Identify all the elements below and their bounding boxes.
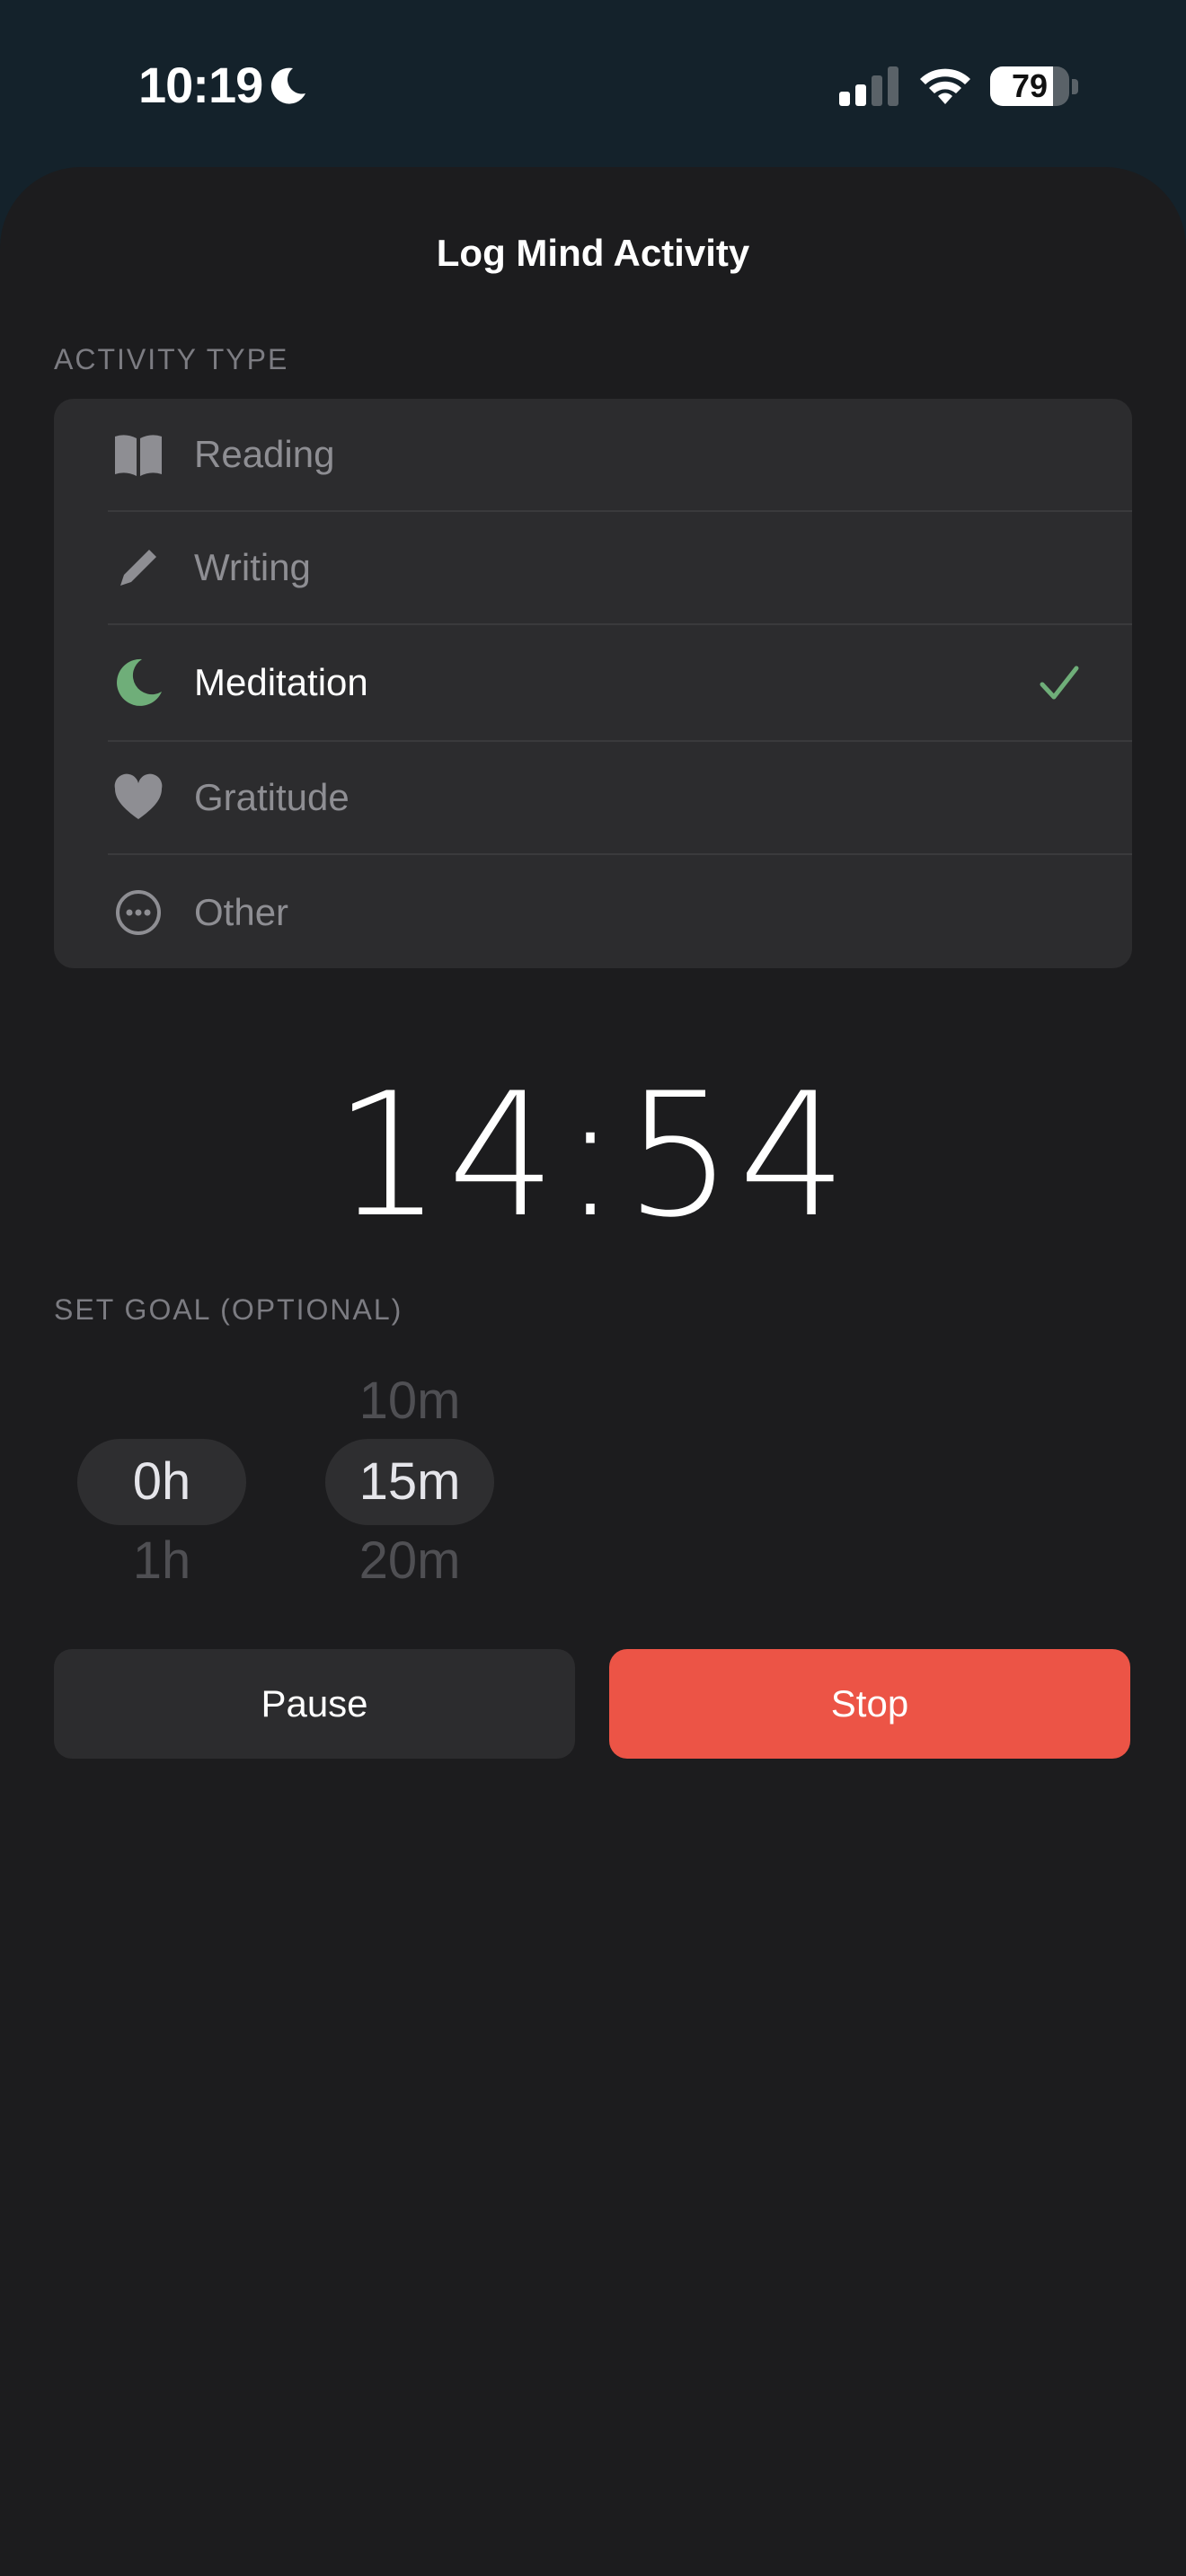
- book-icon: [115, 435, 162, 476]
- activity-option-label: Other: [194, 891, 289, 933]
- activity-option-meditation[interactable]: Meditation: [54, 625, 1132, 740]
- status-bar: 10:19 79: [0, 0, 1186, 171]
- goal-minutes-picker[interactable]: 10m 15m 20m: [302, 1371, 518, 1586]
- ellipsis-circle-icon: [116, 890, 161, 935]
- activity-option-reading[interactable]: Reading: [54, 399, 1132, 510]
- elapsed-timer: 14:54: [333, 1056, 853, 1255]
- stop-button[interactable]: Stop: [609, 1649, 1130, 1759]
- activity-option-writing[interactable]: Writing: [54, 512, 1132, 623]
- pencil-icon: [120, 550, 156, 586]
- activity-option-label: Meditation: [194, 661, 368, 703]
- activity-type-label: ACTIVITY TYPE: [54, 343, 289, 375]
- pause-button[interactable]: Pause: [54, 1649, 575, 1759]
- battery-percent: 79: [1011, 67, 1049, 104]
- wifi-icon: [920, 68, 970, 104]
- heart-icon: [114, 773, 163, 819]
- picker-selected-option[interactable]: 0h: [54, 1451, 270, 1512]
- activity-option-gratitude[interactable]: Gratitude: [54, 742, 1132, 853]
- activity-option-label: Reading: [194, 433, 335, 475]
- battery-icon: 79: [990, 65, 1080, 108]
- picker-selected-option[interactable]: 15m: [302, 1451, 518, 1512]
- picker-option[interactable]: 20m: [302, 1531, 518, 1586]
- activity-option-label: Writing: [194, 546, 311, 588]
- set-goal-label: SET GOAL (OPTIONAL): [54, 1293, 403, 1326]
- cellular-signal-icon: [839, 66, 898, 106]
- moon-icon: [270, 67, 305, 104]
- log-activity-sheet: Log Mind Activity ACTIVITY TYPE Reading …: [0, 167, 1186, 2576]
- picker-option[interactable]: 1h: [54, 1531, 270, 1586]
- picker-option[interactable]: 10m: [302, 1371, 518, 1431]
- sheet-title: Log Mind Activity: [436, 232, 750, 274]
- status-time: 10:19: [138, 57, 263, 113]
- activity-option-label: Gratitude: [194, 776, 350, 818]
- activity-type-list: Reading Writing Meditation Gratitude Oth…: [54, 399, 1132, 968]
- goal-hours-picker[interactable]: 0h 1h: [54, 1371, 270, 1586]
- activity-option-other[interactable]: Other: [54, 855, 1132, 968]
- moon-icon: [117, 658, 162, 706]
- checkmark-icon: [1040, 666, 1079, 700]
